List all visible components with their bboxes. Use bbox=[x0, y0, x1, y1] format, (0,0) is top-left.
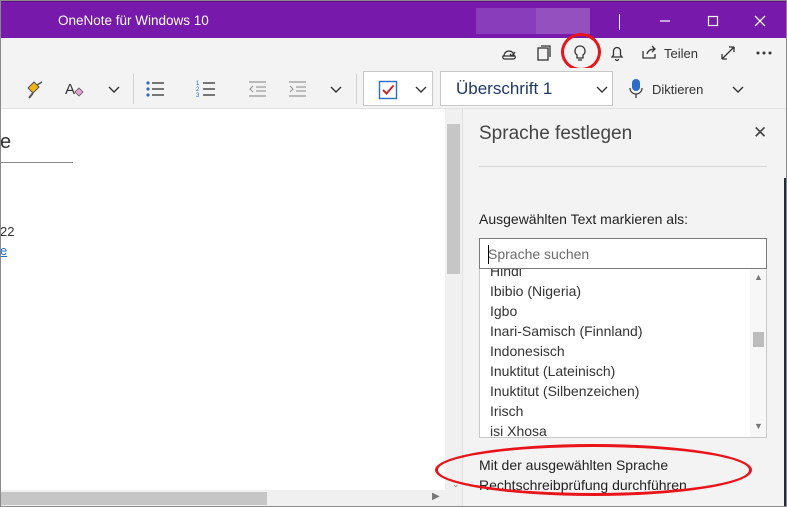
list-item[interactable]: Inuktitut (Silbenzeichen) bbox=[480, 381, 750, 401]
close-pane-icon[interactable]: ✕ bbox=[753, 123, 767, 143]
chevron-up-icon[interactable]: ▲ bbox=[754, 272, 763, 282]
share-button[interactable]: Teilen bbox=[640, 41, 698, 65]
ribbon: A 123 Überschrift 1 Diktieren bbox=[0, 68, 787, 109]
style-dropdown[interactable]: Überschrift 1 bbox=[440, 71, 613, 106]
clear-formatting-icon[interactable]: A bbox=[61, 76, 87, 102]
sync-icon[interactable] bbox=[497, 41, 521, 65]
pane-divider bbox=[479, 166, 767, 167]
list-item[interactable]: isi Xhosa bbox=[480, 421, 750, 437]
list-item[interactable]: Indonesisch bbox=[480, 341, 750, 361]
expand-icon[interactable] bbox=[716, 41, 740, 65]
scroll-right-icon[interactable]: ▶ bbox=[432, 491, 440, 502]
chevron-down-icon[interactable] bbox=[101, 76, 127, 102]
close-icon[interactable] bbox=[746, 9, 774, 33]
lightbulb-highlight-ring bbox=[561, 33, 601, 71]
todo-tag-dropdown[interactable] bbox=[363, 71, 433, 106]
checkbox-tag-icon bbox=[378, 80, 398, 105]
increase-indent-icon[interactable] bbox=[284, 76, 310, 102]
chevron-down-icon bbox=[595, 82, 609, 101]
ribbon-divider bbox=[133, 74, 134, 104]
horizontal-scrollbar[interactable]: ▶ bbox=[0, 490, 445, 507]
command-bar: Teilen bbox=[0, 38, 787, 68]
decrease-indent-icon[interactable] bbox=[244, 76, 270, 102]
pages-icon[interactable] bbox=[532, 41, 556, 65]
list-item[interactable]: Igbo bbox=[480, 301, 750, 321]
title-bar: OneNote für Windows 10 bbox=[0, 0, 787, 38]
ribbon-divider bbox=[356, 74, 357, 104]
language-list[interactable]: Hindi Ibibio (Nigeria) Igbo Inari-Samisc… bbox=[479, 269, 767, 438]
list-item[interactable]: Irisch bbox=[480, 401, 750, 421]
numbered-list-icon[interactable]: 123 bbox=[193, 76, 219, 102]
mark-text-label: Ausgewählten Text markieren als: bbox=[479, 211, 689, 227]
bell-icon[interactable] bbox=[605, 41, 629, 65]
text-caret bbox=[488, 245, 489, 264]
language-items: Hindi Ibibio (Nigeria) Igbo Inari-Samisc… bbox=[480, 269, 750, 437]
pane-title: Sprache festlegen bbox=[479, 123, 633, 144]
list-item[interactable]: Ibibio (Nigeria) bbox=[480, 281, 750, 301]
title-underline bbox=[0, 162, 73, 163]
share-label: Teilen bbox=[664, 45, 698, 61]
language-list-scrollbar[interactable]: ▲ ▼ bbox=[750, 269, 766, 437]
more-icon[interactable] bbox=[752, 41, 776, 65]
page-canvas[interactable]: e 22 e ▶ bbox=[0, 109, 462, 507]
minimize-icon[interactable] bbox=[651, 9, 679, 33]
list-item[interactable]: Inuktitut (Lateinisch) bbox=[480, 361, 750, 381]
page-title[interactable]: e bbox=[0, 131, 11, 154]
bullet-list-icon[interactable] bbox=[142, 76, 168, 102]
chevron-down-icon[interactable] bbox=[725, 76, 751, 102]
language-search-input[interactable] bbox=[488, 243, 758, 265]
share-icon bbox=[640, 43, 658, 64]
list-item[interactable]: Hindi bbox=[480, 269, 750, 281]
page-link[interactable]: e bbox=[0, 243, 7, 258]
app-title: OneNote für Windows 10 bbox=[58, 13, 209, 28]
title-bar-account-area[interactable] bbox=[476, 8, 590, 34]
language-search-box[interactable] bbox=[479, 238, 767, 269]
chevron-down-icon[interactable] bbox=[323, 76, 349, 102]
title-bar-divider bbox=[619, 14, 620, 30]
list-item[interactable]: Inari-Samisch (Finnland) bbox=[480, 321, 750, 341]
format-painter-icon[interactable] bbox=[22, 76, 48, 102]
dictate-label: Diktieren bbox=[652, 81, 704, 97]
maximize-icon[interactable] bbox=[699, 9, 727, 33]
page-date: 22 bbox=[0, 224, 15, 239]
chevron-down-icon[interactable]: ▼ bbox=[754, 421, 763, 431]
language-list-scroll-thumb[interactable] bbox=[753, 332, 764, 347]
svg-text:3: 3 bbox=[196, 93, 200, 99]
vertical-scrollbar[interactable] bbox=[445, 109, 462, 507]
dictate-button[interactable]: Diktieren bbox=[628, 76, 703, 102]
svg-text:A: A bbox=[65, 81, 75, 98]
horizontal-scroll-thumb[interactable] bbox=[0, 492, 267, 505]
style-value: Überschrift 1 bbox=[456, 79, 553, 98]
microphone-icon bbox=[628, 77, 644, 102]
spellcheck-highlight-ring bbox=[435, 444, 752, 496]
vertical-scroll-thumb[interactable] bbox=[447, 124, 460, 274]
chevron-down-icon bbox=[414, 82, 428, 101]
